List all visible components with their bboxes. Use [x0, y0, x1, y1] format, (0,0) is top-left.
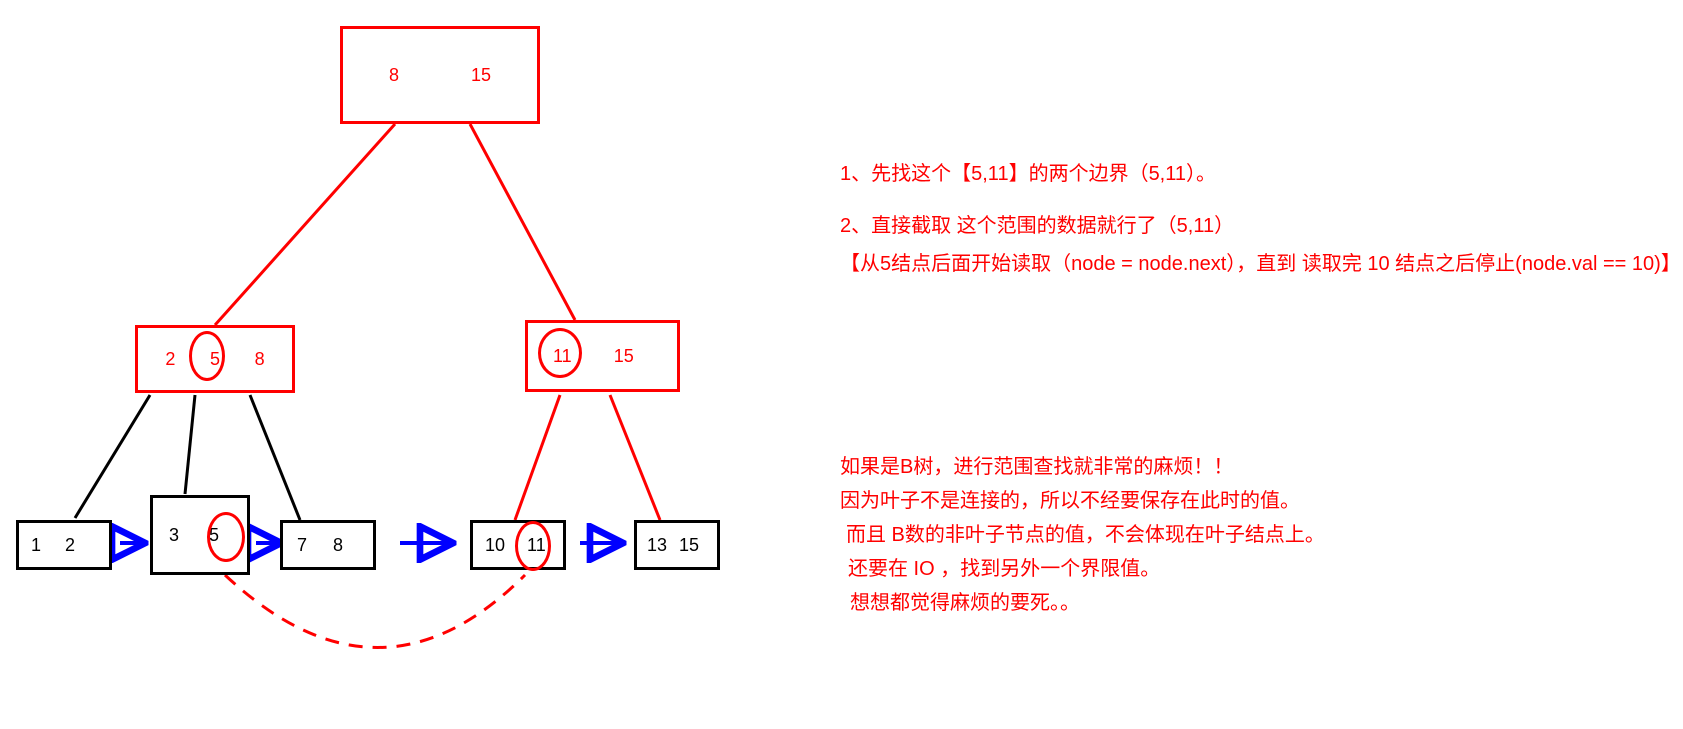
- edge-root-midright: [470, 124, 575, 320]
- edge-root-midleft: [215, 124, 395, 325]
- node-leaf5-v2: 15: [679, 535, 699, 556]
- node-leaf1-v2: 2: [65, 535, 75, 556]
- node-leaf4: 10 11: [470, 520, 566, 570]
- edge-midright-leaf4: [515, 395, 560, 520]
- node-mid-right-v2: 15: [614, 346, 634, 367]
- edge-midleft-leaf3: [250, 395, 300, 520]
- annotation-upper-line3: 【从5结点后面开始读取（node = node.next），直到 读取完 10 …: [840, 245, 1681, 283]
- node-leaf4-v1: 10: [485, 535, 505, 556]
- annotation-lower-line3: 而且 B数的非叶子节点的值，不会体现在叶子结点上。: [846, 518, 1325, 552]
- node-leaf3-v2: 8: [333, 535, 343, 556]
- node-root: 8 15: [340, 26, 540, 124]
- edge-midleft-leaf2: [185, 395, 195, 494]
- node-leaf4-v2: 11: [527, 535, 546, 556]
- annotation-lower-line1: 如果是B树，进行范围查找就非常的麻烦！！: [840, 450, 1325, 484]
- node-root-v2: 15: [471, 65, 491, 86]
- dashed-range-curve: [225, 575, 525, 648]
- node-leaf3-v1: 7: [297, 535, 307, 556]
- node-mid-left: 2 5 8: [135, 325, 295, 393]
- node-leaf5-v1: 13: [647, 535, 667, 556]
- node-leaf5: 13 15: [634, 520, 720, 570]
- annotation-lower-line4: 还要在 IO ，找到另外一个界限值。: [848, 552, 1325, 586]
- node-leaf3: 7 8: [280, 520, 376, 570]
- node-mid-left-v1: 2: [165, 349, 175, 370]
- edge-midleft-leaf1: [75, 395, 150, 518]
- annotation-upper-line1: 1、先找这个【5,11】的两个边界（5,11）。: [840, 155, 1681, 193]
- node-mid-left-v2: 5: [210, 349, 220, 370]
- node-leaf1-v1: 1: [31, 535, 41, 556]
- annotation-lower-line5: 想想都觉得麻烦的要死。。: [850, 586, 1325, 620]
- node-leaf1: 1 2: [16, 520, 112, 570]
- node-leaf2: 3 5: [150, 495, 250, 575]
- annotation-lower-line2: 因为叶子不是连接的，所以不经要保存在此时的值。: [840, 484, 1325, 518]
- node-leaf2-v2: 5: [209, 525, 219, 546]
- annotation-upper: 1、先找这个【5,11】的两个边界（5,11）。 2、直接截取 这个范围的数据就…: [840, 155, 1681, 283]
- node-mid-right-v1: 11: [553, 346, 572, 367]
- edge-midright-leaf5: [610, 395, 660, 520]
- node-root-v1: 8: [389, 65, 399, 86]
- annotation-lower: 如果是B树，进行范围查找就非常的麻烦！！ 因为叶子不是连接的，所以不经要保存在此…: [840, 450, 1325, 620]
- annotation-upper-line2: 2、直接截取 这个范围的数据就行了（5,11）: [840, 207, 1681, 245]
- node-leaf2-v1: 3: [169, 525, 179, 546]
- node-mid-right: 11 15: [525, 320, 680, 392]
- node-mid-left-v3: 8: [255, 349, 265, 370]
